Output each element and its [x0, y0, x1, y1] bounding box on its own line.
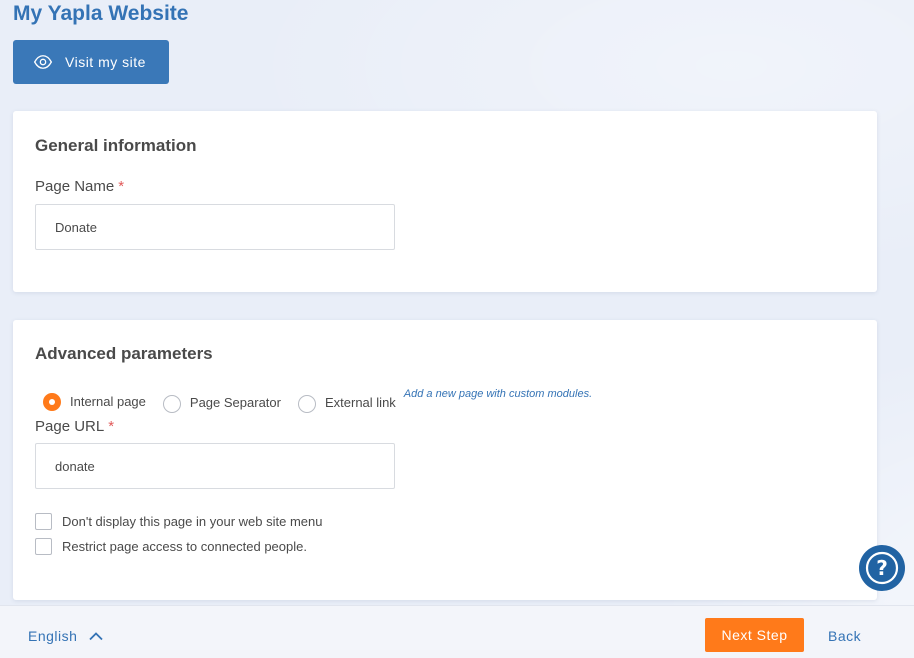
- radio-button[interactable]: [297, 395, 316, 413]
- radio-page-separator-label: Page Separator: [189, 394, 281, 410]
- page-url-input[interactable]: [35, 443, 395, 489]
- radio-internal-page[interactable]: Internal page: [43, 388, 146, 411]
- next-step-button[interactable]: Next Step: [705, 618, 804, 652]
- radio-external-link-label: External link: [324, 394, 396, 410]
- page-url-label-text: Page URL: [35, 418, 105, 435]
- hide-from-menu-option[interactable]: Don't display this page in your web site…: [35, 513, 322, 530]
- page-name-label: Page Name *: [35, 178, 124, 195]
- page-url-label: Page URL *: [35, 418, 114, 435]
- language-selector[interactable]: English: [28, 628, 104, 644]
- page-name-label-text: Page Name: [35, 178, 115, 195]
- restrict-access-checkbox[interactable]: [35, 538, 52, 555]
- back-link[interactable]: Back: [828, 628, 861, 644]
- page-type-radio-group: Internal page Page Separator External li…: [43, 388, 592, 413]
- footer-bar: English Next Step Back: [0, 605, 914, 658]
- radio-page-separator[interactable]: Page Separator: [162, 388, 281, 413]
- radio-external-link[interactable]: External link: [297, 388, 396, 413]
- general-information-title: General information: [35, 136, 197, 155]
- eye-icon: [33, 52, 53, 72]
- language-label: English: [28, 628, 78, 644]
- chevron-up-icon: [89, 631, 104, 641]
- question-mark-icon: ?: [859, 545, 905, 591]
- advanced-parameters-card: Advanced parameters Internal page Page S…: [13, 320, 877, 600]
- radio-button[interactable]: [162, 395, 181, 413]
- general-information-card: General information Page Name *: [13, 111, 877, 292]
- restrict-access-option[interactable]: Restrict page access to connected people…: [35, 538, 307, 555]
- radio-internal-page-label: Internal page: [70, 393, 146, 409]
- hide-from-menu-checkbox[interactable]: [35, 513, 52, 530]
- hide-from-menu-label: Don't display this page in your web site…: [62, 514, 323, 529]
- required-mark: *: [118, 178, 125, 195]
- advanced-parameters-title: Advanced parameters: [35, 344, 213, 363]
- page-title: My Yapla Website: [13, 2, 189, 25]
- radio-button-checked[interactable]: [43, 393, 61, 411]
- required-mark: *: [108, 418, 115, 435]
- restrict-access-label: Restrict page access to connected people…: [62, 539, 307, 554]
- visit-site-button[interactable]: Visit my site: [13, 40, 169, 84]
- page-name-input[interactable]: [35, 204, 395, 250]
- help-button[interactable]: ?: [859, 545, 905, 591]
- visit-site-label: Visit my site: [65, 54, 146, 70]
- page-type-hint: Add a new page with custom modules.: [403, 388, 593, 400]
- help-glyph: ?: [876, 556, 888, 580]
